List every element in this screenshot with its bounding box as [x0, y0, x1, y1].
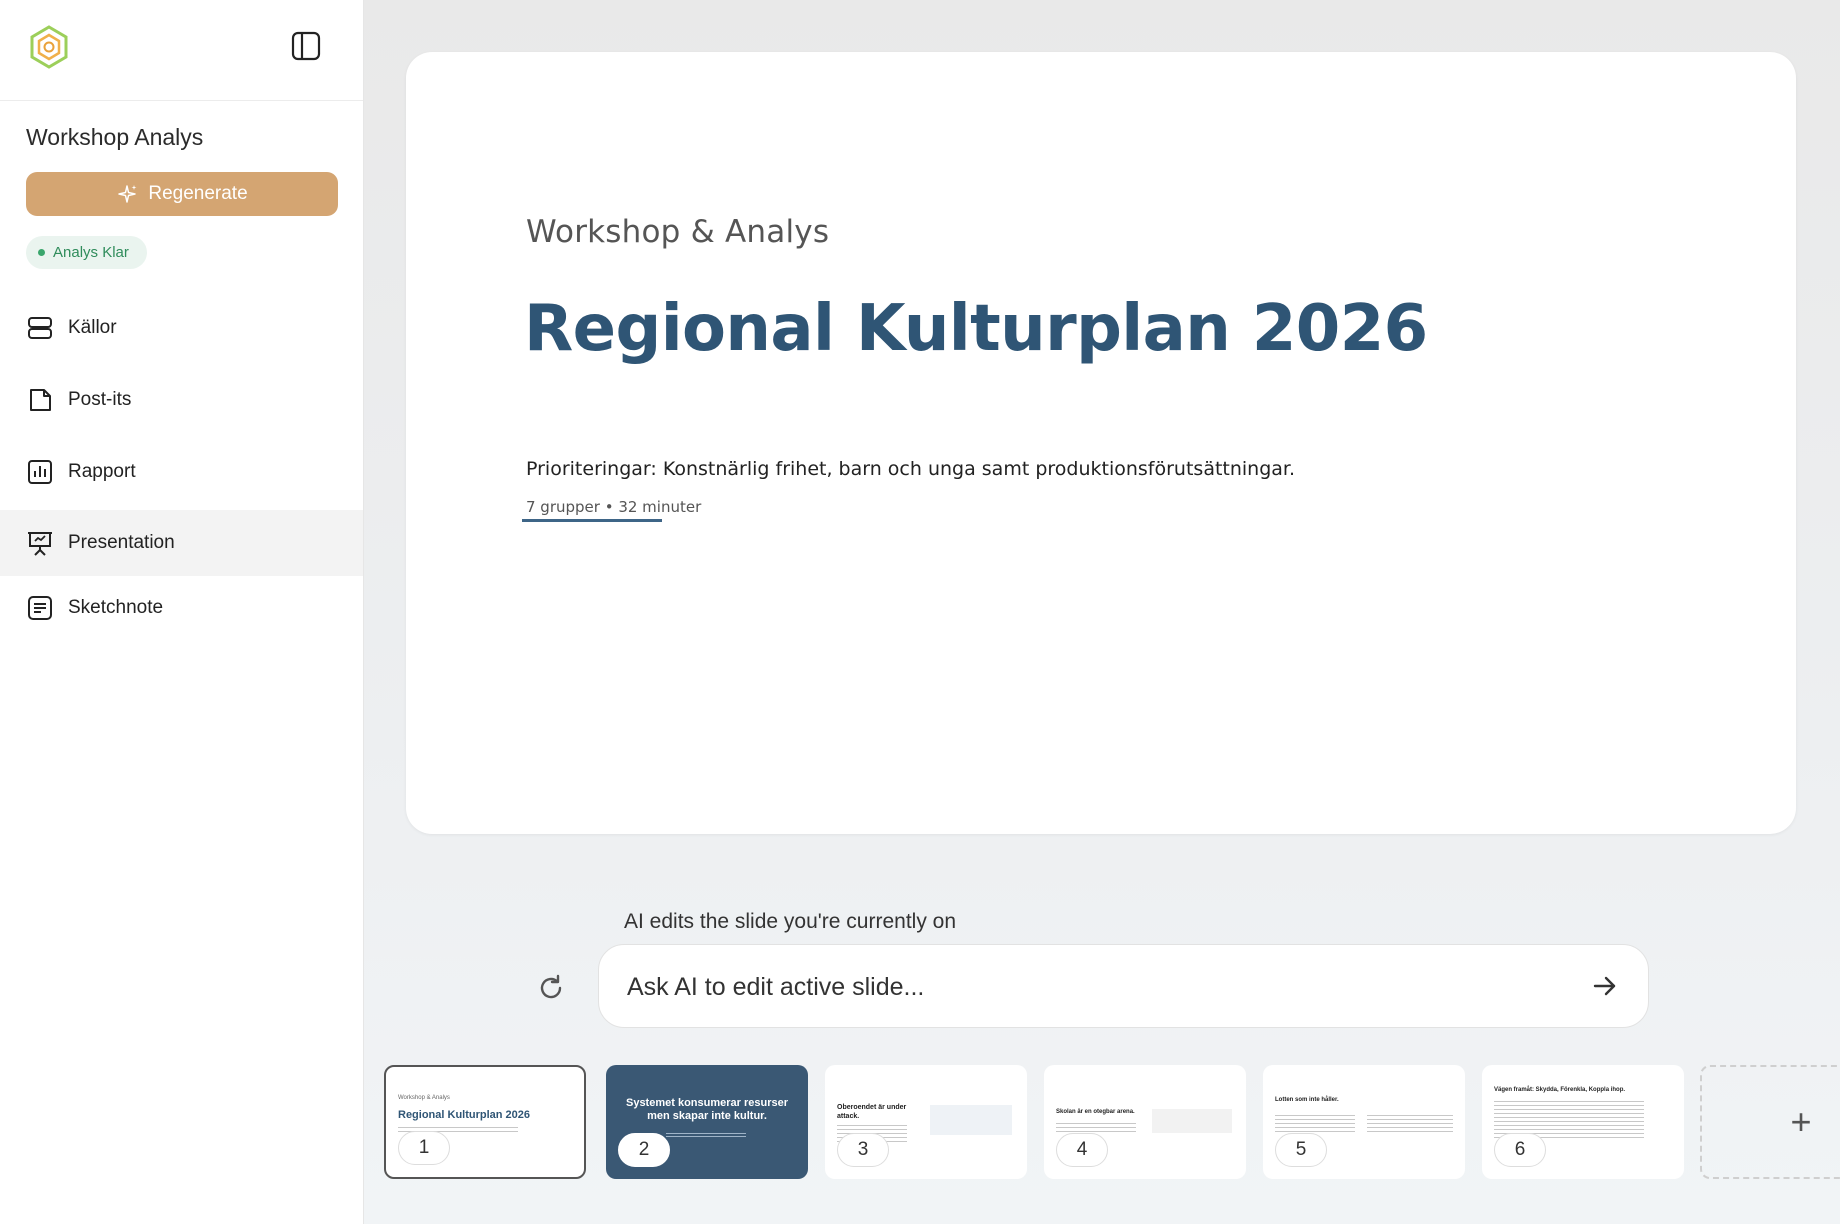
- ai-edit-input[interactable]: [625, 961, 1549, 1013]
- thumb-panel: [1152, 1109, 1232, 1133]
- sketchnote-icon: [26, 594, 54, 622]
- refresh-icon[interactable]: [535, 972, 567, 1004]
- database-icon: [26, 314, 54, 342]
- sidebar-item-post-its[interactable]: Post-its: [0, 367, 363, 433]
- bar-chart-icon: [26, 458, 54, 486]
- slide-number: 3: [837, 1133, 889, 1167]
- slide-eyebrow: Workshop & Analys: [526, 214, 830, 250]
- thumb-text-lines: [1056, 1123, 1136, 1133]
- thumb-title: Regional Kulturplan 2026: [398, 1109, 531, 1121]
- presentation-icon: [26, 529, 54, 557]
- sidebar-toggle-icon[interactable]: [290, 28, 322, 64]
- slide-meta: 7 grupper • 32 minuter: [526, 498, 702, 516]
- thumb-title: Skolan är en otegbar arena.: [1056, 1109, 1135, 1115]
- thumb-title: Lotten som inte håller.: [1275, 1097, 1339, 1103]
- ai-input-box: [598, 944, 1649, 1028]
- sidebar-item-presentation[interactable]: Presentation: [0, 510, 363, 576]
- sparkle-icon: [118, 185, 137, 203]
- sidebar: Workshop Analys Regenerate Analys Klar K…: [0, 0, 364, 1224]
- thumb-text-lines: [666, 1133, 746, 1139]
- slide-thumbnail-2[interactable]: Systemet konsumerar resurser men skapar …: [606, 1065, 808, 1179]
- sidebar-item-sketchnote[interactable]: Sketchnote: [0, 575, 363, 641]
- ai-hint: AI edits the slide you're currently on: [624, 910, 957, 933]
- slide-thumbnail-6[interactable]: Vägen framåt: Skydda, Förenkla, Koppla i…: [1482, 1065, 1684, 1179]
- thumb-title: Systemet konsumerar resurser men skapar …: [625, 1097, 789, 1122]
- slide-divider: [522, 519, 662, 522]
- thumb-text-lines: [1275, 1115, 1355, 1135]
- thumb-title: Vägen framåt: Skydda, Förenkla, Koppla i…: [1494, 1087, 1626, 1093]
- plus-icon: +: [1790, 1101, 1812, 1142]
- sidebar-item-kallor[interactable]: Källor: [0, 295, 363, 361]
- status-badge: Analys Klar: [26, 236, 147, 269]
- sidebar-item-label: Rapport: [68, 461, 136, 482]
- slide-number: 2: [618, 1133, 670, 1167]
- slide-number: 6: [1494, 1133, 1546, 1167]
- app-logo-icon[interactable]: [26, 24, 72, 70]
- main-area: Workshop & Analys Regional Kulturplan 20…: [364, 0, 1840, 1224]
- sidebar-item-rapport[interactable]: Rapport: [0, 439, 363, 505]
- sidebar-item-label: Källor: [68, 317, 117, 338]
- slide-thumbnail-5[interactable]: Lotten som inte håller. 5: [1263, 1065, 1465, 1179]
- thumb-eyebrow: Workshop & Analys: [398, 1095, 450, 1101]
- status-label: Analys Klar: [53, 244, 129, 261]
- slide-number: 4: [1056, 1133, 1108, 1167]
- arrow-right-icon[interactable]: [1590, 971, 1620, 1001]
- sidebar-header: [0, 0, 363, 101]
- regenerate-label: Regenerate: [148, 183, 248, 204]
- sidebar-item-label: Post-its: [68, 389, 132, 410]
- thumb-title: Oberoendet är under attack.: [837, 1104, 907, 1120]
- active-slide[interactable]: Workshop & Analys Regional Kulturplan 20…: [406, 52, 1796, 834]
- status-dot: [38, 249, 45, 256]
- slide-number: 5: [1275, 1133, 1327, 1167]
- slide-subtitle: Prioriteringar: Konstnärlig frihet, barn…: [526, 458, 1296, 480]
- regenerate-button[interactable]: Regenerate: [26, 172, 338, 216]
- sidebar-item-label: Presentation: [68, 532, 175, 553]
- slide-thumbnail-4[interactable]: Skolan är en otegbar arena. 4: [1044, 1065, 1246, 1179]
- thumb-text-lines: [1367, 1115, 1453, 1135]
- sidebar-item-label: Sketchnote: [68, 597, 164, 618]
- slide-thumbnail-3[interactable]: Oberoendet är under attack. 3: [825, 1065, 1027, 1179]
- add-slide-button[interactable]: +: [1700, 1065, 1840, 1179]
- slide-thumbnail-1[interactable]: Workshop & Analys Regional Kulturplan 20…: [384, 1065, 586, 1179]
- slide-number: 1: [398, 1131, 450, 1165]
- project-title: Workshop Analys: [26, 124, 204, 150]
- slide-title: Regional Kulturplan 2026: [524, 292, 1428, 366]
- thumb-panel: [930, 1105, 1012, 1135]
- note-icon: [26, 386, 54, 414]
